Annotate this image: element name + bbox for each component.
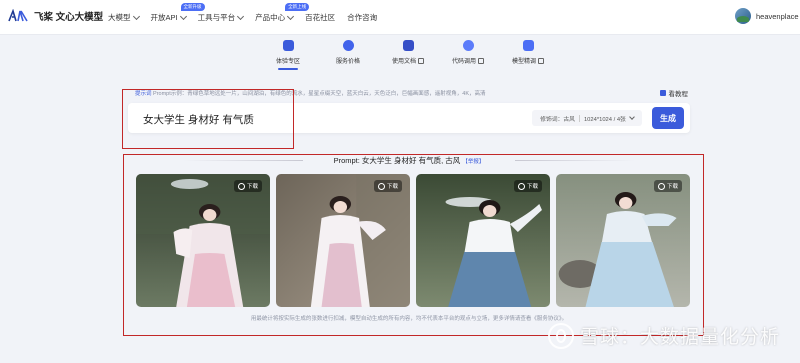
generation-options[interactable]: 修饰词：古风 1024*1024 / 4张 [532, 110, 642, 126]
tab-tuning[interactable]: 模型精调 [510, 40, 546, 65]
size-select[interactable]: 1024*1024 / 4张 [584, 114, 626, 123]
generate-button[interactable]: 生成 [652, 107, 684, 129]
nav-label: 合作咨询 [347, 13, 378, 22]
chevron-down-icon [629, 114, 635, 120]
tab-price[interactable]: 服务价格 [330, 40, 366, 65]
watermark-text: 雪球：大数据量化分析 [580, 327, 781, 348]
nav-item-products[interactable]: 产品中心 全新上线 [255, 3, 310, 23]
tab-label: 代码调用 [451, 59, 476, 65]
price-icon [342, 40, 354, 51]
user-menu[interactable]: heavenplace [735, 8, 800, 24]
nav-label: 百花社区 [305, 13, 336, 22]
nav-item-tools[interactable]: 工具与平台 [197, 12, 245, 23]
xueqiu-logo-icon [548, 322, 574, 349]
tab-label: 使用文档 [391, 59, 416, 65]
chevron-down-icon [179, 12, 187, 21]
divider [578, 114, 580, 122]
watermark: 雪球：大数据量化分析 [548, 322, 780, 349]
tutorial-label: 看教程 [668, 91, 689, 98]
main-nav: 大模型 开放API 全新升级 工具与平台 产品中心 全新上线 百花社区 合作咨询 [108, 3, 389, 23]
annotation-box-prompt [122, 89, 294, 149]
docs-icon [402, 40, 414, 51]
tab-label-wrap: 代码调用 [452, 56, 484, 65]
tab-docs[interactable]: 使用文档 [390, 40, 426, 65]
tuning-icon [522, 40, 534, 51]
annotation-box-results [123, 154, 704, 336]
feature-tabs: 体验专区 服务价格 使用文档 代码调用 模型精调 [270, 40, 546, 70]
nav-item-cooperation[interactable]: 合作咨询 [347, 12, 377, 23]
nav-item-open-api[interactable]: 开放API 全新升级 [150, 3, 205, 23]
nav-label: 产品中心 [255, 13, 286, 22]
tab-label: 体验专区 [275, 59, 300, 65]
brand-name: 飞桨 文心大模型 [34, 12, 104, 23]
tab-label-wrap: 模型精调 [512, 56, 544, 65]
external-link-icon [478, 57, 484, 64]
external-link-icon [418, 57, 424, 64]
tab-label: 模型精调 [511, 59, 536, 65]
brand-logo[interactable]: 飞桨 文心大模型 [8, 9, 103, 23]
nav-badge: 全新上线 [285, 3, 310, 11]
tutorial-link[interactable]: 看教程 [659, 88, 689, 98]
nav-item-community[interactable]: 百花社区 [305, 12, 335, 23]
book-icon [659, 90, 666, 96]
external-link-icon [538, 57, 544, 64]
code-icon [462, 40, 474, 51]
chevron-down-icon [287, 12, 295, 21]
chevron-down-icon [237, 12, 245, 21]
tab-label: 服务价格 [335, 59, 360, 65]
nav-badge: 全新升级 [180, 3, 205, 11]
experience-icon [282, 40, 294, 51]
chevron-down-icon [132, 12, 140, 21]
style-select[interactable]: 修饰词：古风 [540, 114, 575, 123]
nav-label: 开放API [150, 13, 178, 22]
nav-item-models[interactable]: 大模型 [108, 12, 140, 23]
tab-code[interactable]: 代码调用 [450, 40, 486, 65]
user-name: heavenplace [756, 11, 799, 21]
tab-experience[interactable]: 体验专区 [270, 40, 306, 70]
nav-label: 工具与平台 [197, 13, 236, 22]
paddle-logo-icon [8, 9, 30, 23]
top-navigation-bar: 飞桨 文心大模型 大模型 开放API 全新升级 工具与平台 产品中心 全新上线 … [0, 0, 800, 35]
tab-label-wrap: 使用文档 [392, 56, 424, 65]
avatar[interactable] [735, 8, 751, 24]
nav-label: 大模型 [108, 13, 131, 22]
